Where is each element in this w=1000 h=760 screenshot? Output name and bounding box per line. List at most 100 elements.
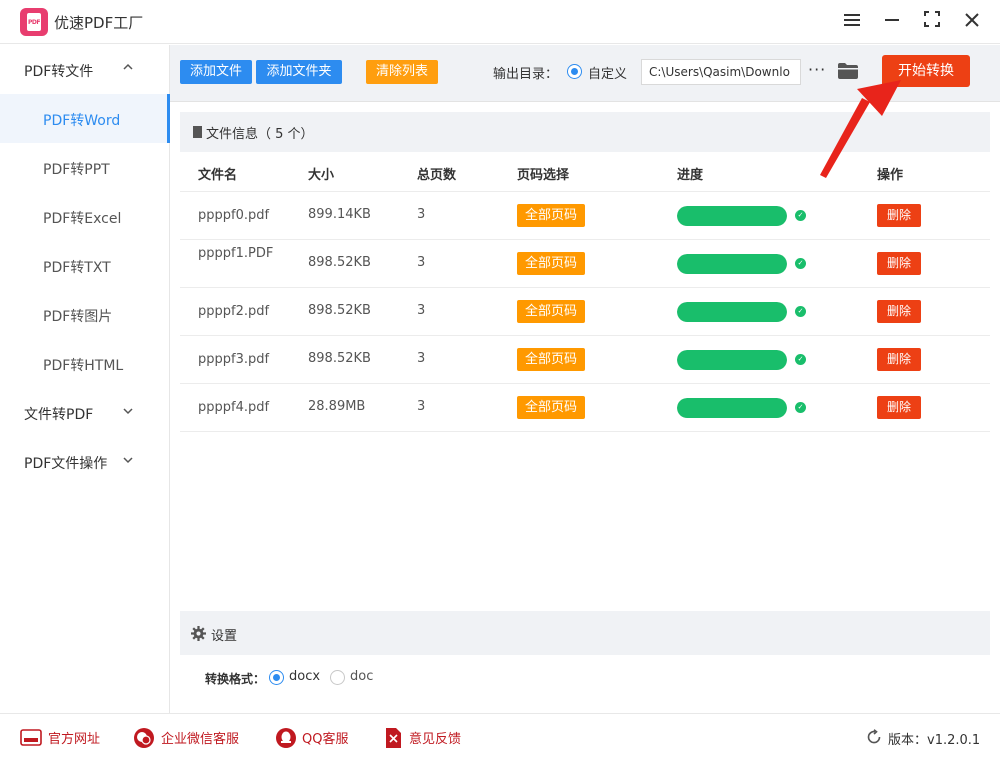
check-icon: ✓ — [795, 210, 806, 221]
delete-button[interactable]: 删除 — [877, 396, 921, 419]
progress-bar — [677, 302, 787, 322]
qq-service-link[interactable]: QQ客服 — [302, 728, 348, 747]
start-convert-button[interactable]: 开始转换 — [882, 55, 970, 87]
column-header-name: 文件名 — [198, 168, 238, 183]
website-link[interactable]: 官方网址 — [48, 728, 100, 747]
more-options-icon[interactable]: ··· — [808, 60, 826, 79]
settings-header: 设置 — [180, 611, 990, 655]
menu-icon[interactable] — [840, 10, 864, 34]
sidebar-item-pdf-to-html[interactable]: PDF转HTML — [0, 339, 170, 388]
format-label: 转换格式： — [205, 672, 266, 686]
custom-dir-label[interactable]: 自定义 — [588, 63, 627, 82]
delete-button[interactable]: 删除 — [877, 204, 921, 227]
progress-fill — [677, 398, 787, 418]
page-select-button[interactable]: 全部页码 — [517, 348, 586, 371]
sidebar-group-pdf-operations[interactable]: PDF文件操作 — [0, 437, 170, 486]
file-name: ppppf4.pdf — [198, 400, 270, 415]
sidebar-item-pdf-to-ppt[interactable]: PDF转PPT — [0, 143, 170, 192]
table-row: ppppf0.pdf 899.14KB 3 全部页码 ✓ 删除 — [180, 192, 990, 240]
format-doc-label[interactable]: doc — [350, 669, 373, 684]
wechat-service-link[interactable]: 企业微信客服 — [161, 728, 239, 747]
add-folder-button[interactable]: 添加文件夹 — [256, 60, 342, 84]
sidebar-group-file-to-pdf[interactable]: 文件转PDF — [0, 388, 170, 437]
check-icon: ✓ — [795, 306, 806, 317]
sidebar-group-label: PDF转文件 — [24, 64, 94, 80]
check-icon: ✓ — [795, 258, 806, 269]
file-pages: 3 — [417, 255, 426, 270]
sidebar-item-pdf-to-word[interactable]: PDF转Word — [0, 94, 170, 143]
maximize-icon[interactable] — [920, 10, 944, 34]
file-size: 899.14KB — [308, 207, 371, 222]
refresh-icon[interactable] — [866, 729, 882, 745]
format-docx-radio[interactable] — [269, 670, 284, 685]
add-file-button[interactable]: 添加文件 — [180, 60, 252, 84]
sidebar-item-label: PDF转TXT — [43, 260, 111, 276]
file-size: 28.89MB — [308, 399, 366, 414]
close-icon[interactable] — [960, 10, 984, 34]
sidebar-group-pdf-to-file[interactable]: PDF转文件 — [0, 45, 170, 94]
progress-bar — [677, 398, 787, 418]
progress-fill — [677, 254, 787, 274]
file-pages: 3 — [417, 399, 426, 414]
app-title: 优速PDF工厂 — [54, 14, 144, 32]
sidebar-item-label: PDF转图片 — [43, 309, 113, 325]
file-name: ppppf0.pdf — [198, 208, 270, 223]
sidebar-item-label: PDF转PPT — [43, 162, 110, 178]
sidebar-group-label: PDF文件操作 — [24, 456, 108, 472]
file-name: ppppf2.pdf — [198, 304, 270, 319]
clear-list-button[interactable]: 清除列表 — [366, 60, 438, 84]
page-select-button[interactable]: 全部页码 — [517, 204, 586, 227]
file-pages: 3 — [417, 207, 426, 222]
toolbar: 添加文件 添加文件夹 清除列表 输出目录： 自定义 C:\Users\Qasim… — [170, 45, 1000, 102]
column-header-size: 大小 — [308, 168, 335, 183]
table-row: ppppf1.PDF 898.52KB 3 全部页码 ✓ 删除 — [180, 240, 990, 288]
delete-button[interactable]: 删除 — [877, 252, 921, 275]
sidebar-item-pdf-to-excel[interactable]: PDF转Excel — [0, 192, 170, 241]
page-select-button[interactable]: 全部页码 — [517, 252, 586, 275]
check-icon: ✓ — [795, 402, 806, 413]
website-icon — [20, 729, 42, 749]
sidebar-item-pdf-to-image[interactable]: PDF转图片 — [0, 290, 170, 339]
file-panel: 文件信息（ 5 个） 文件名 大小 总页数 页码选择 进度 操作 ppppf0.… — [180, 112, 990, 610]
chevron-up-icon — [123, 59, 133, 73]
file-name: ppppf1.PDF — [198, 246, 274, 261]
output-path-field[interactable]: C:\Users\Qasim\Downlo — [641, 59, 801, 85]
output-dir-label: 输出目录： — [493, 67, 559, 82]
feedback-link[interactable]: 意见反馈 — [409, 728, 461, 747]
page-select-button[interactable]: 全部页码 — [517, 300, 586, 323]
title-bar: PDF 优速PDF工厂 — [0, 0, 1000, 44]
progress-bar — [677, 254, 787, 274]
sidebar-item-pdf-to-txt[interactable]: PDF转TXT — [0, 241, 170, 290]
feedback-icon — [384, 727, 402, 748]
check-icon: ✓ — [795, 354, 806, 365]
progress-bar — [677, 206, 787, 226]
qq-icon — [275, 727, 297, 748]
file-name: ppppf3.pdf — [198, 352, 270, 367]
chevron-down-icon — [123, 404, 133, 418]
column-header-page-select: 页码选择 — [517, 168, 570, 183]
table-row: ppppf4.pdf 28.89MB 3 全部页码 ✓ 删除 — [180, 384, 990, 432]
wechat-icon — [133, 727, 155, 748]
custom-dir-radio[interactable] — [567, 64, 582, 79]
settings-title: 设置 — [211, 629, 238, 644]
sidebar-item-label: PDF转Word — [43, 113, 121, 129]
format-docx-label[interactable]: docx — [289, 669, 320, 684]
delete-button[interactable]: 删除 — [877, 300, 921, 323]
format-doc-radio[interactable] — [330, 670, 345, 685]
file-panel-header: 文件信息（ 5 个） — [180, 112, 990, 152]
progress-fill — [677, 302, 787, 322]
chevron-down-icon — [123, 453, 133, 467]
page-select-button[interactable]: 全部页码 — [517, 396, 586, 419]
table-row: ppppf3.pdf 898.52KB 3 全部页码 ✓ 删除 — [180, 336, 990, 384]
file-size: 898.52KB — [308, 255, 371, 270]
settings-panel: 设置 转换格式： docx doc — [180, 611, 990, 703]
delete-button[interactable]: 删除 — [877, 348, 921, 371]
footer: 官方网址 企业微信客服 QQ客服 意见反馈 版本：v1.2.0.1 — [0, 713, 1000, 760]
file-panel-title: 文件信息（ 5 个） — [206, 127, 314, 142]
progress-fill — [677, 350, 787, 370]
table-row: ppppf2.pdf 898.52KB 3 全部页码 ✓ 删除 — [180, 288, 990, 336]
sidebar-group-label: 文件转PDF — [24, 407, 94, 423]
minimize-icon[interactable] — [880, 10, 904, 34]
progress-fill — [677, 206, 787, 226]
folder-icon[interactable] — [837, 62, 859, 80]
